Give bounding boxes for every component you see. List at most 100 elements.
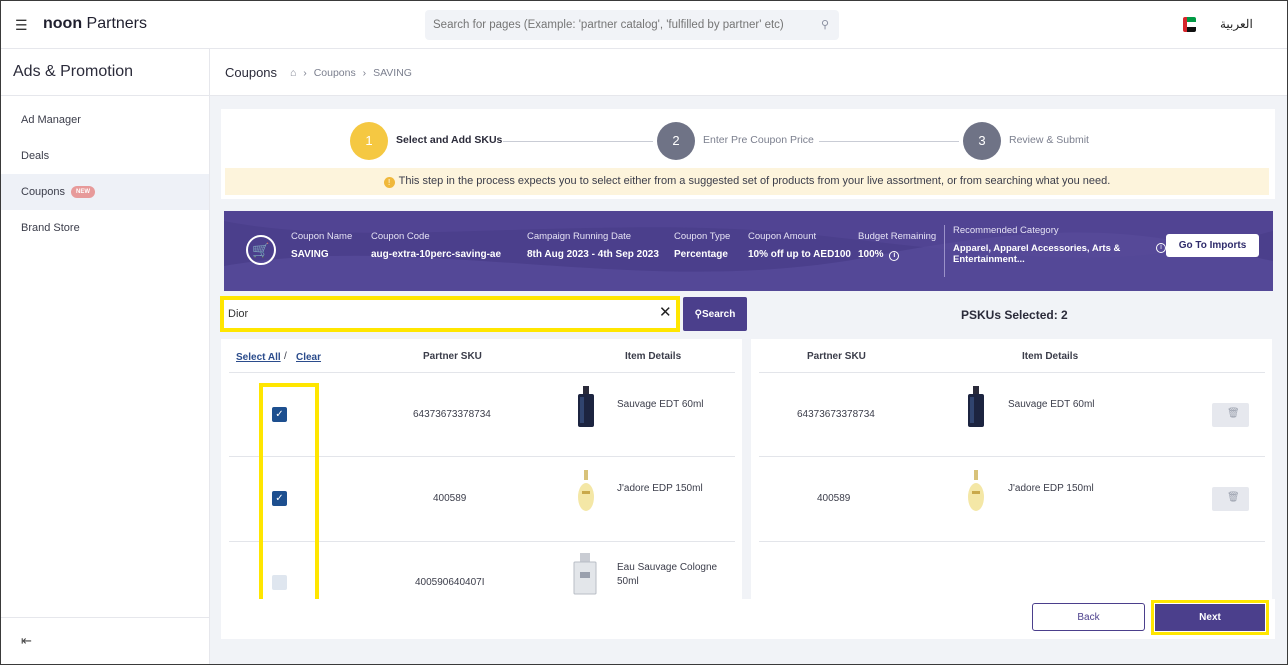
- next-button[interactable]: Next: [1155, 604, 1265, 631]
- sidebar-divider: [1, 95, 209, 96]
- product-image: [573, 553, 597, 595]
- sku-search-field: ✕: [220, 296, 680, 332]
- info-banner: ! This step in the process expects you to…: [225, 168, 1269, 195]
- row-partner-sku: 400590640407I: [415, 577, 485, 588]
- selected-item-name: Sauvage EDT 60ml: [1008, 399, 1095, 410]
- sku-search-input[interactable]: [228, 304, 648, 324]
- step-3-circle: 3: [963, 122, 1001, 160]
- coupon-type-value: Percentage: [674, 249, 728, 260]
- budget-info-icon[interactable]: i: [889, 251, 900, 261]
- page-title: Coupons: [225, 65, 278, 80]
- breadcrumb-separator: ›: [303, 67, 307, 79]
- selected-item-name: J'adore EDP 150ml: [1008, 483, 1094, 494]
- search-button-label: Search: [701, 308, 736, 320]
- main-content: Coupons ⌂ › Coupons › SAVING 1 Select an…: [210, 49, 1287, 664]
- category-info-icon[interactable]: i: [1156, 243, 1166, 253]
- sidebar-item-label: Deals: [21, 150, 50, 162]
- step-3-label: Review & Submit: [1009, 134, 1089, 146]
- breadcrumb-coupons[interactable]: Coupons: [314, 67, 356, 79]
- coupon-type-label: Coupon Type: [674, 231, 731, 242]
- sidebar: Ads & Promotion Ad Manager Deals Coupons…: [1, 49, 210, 664]
- link-separator: /: [284, 351, 287, 362]
- uae-flag-icon: [1183, 17, 1196, 32]
- language-toggle[interactable]: العربية: [1220, 17, 1253, 31]
- info-text: This step in the process expects you to …: [398, 175, 1111, 187]
- search-results-table: Select All / Clear Partner SKU Item Deta…: [221, 339, 742, 599]
- coupon-code-label: Coupon Code: [371, 231, 430, 242]
- back-button[interactable]: Back: [1032, 603, 1145, 631]
- app-frame: ☰ noon Partners ⚲ العربية Ads & Promotio…: [0, 0, 1288, 665]
- page-header: Coupons ⌂ › Coupons › SAVING: [210, 49, 1287, 96]
- coupon-amount-value: 10% off up to AED100: [748, 249, 851, 260]
- column-header-item-details: Item Details: [1022, 351, 1079, 362]
- search-button[interactable]: ⚲Search: [683, 297, 747, 331]
- step-2-label: Enter Pre Coupon Price: [703, 134, 814, 146]
- budget-remaining-value: 100% i: [858, 249, 900, 261]
- selected-skus-table: Partner SKU Item Details 64373673378734 …: [751, 339, 1272, 599]
- sidebar-item-coupons[interactable]: Coupons NEW: [1, 174, 209, 210]
- product-image: [578, 470, 594, 511]
- row-divider: [229, 372, 735, 373]
- coupon-icon: 🛒: [246, 235, 276, 265]
- breadcrumb-separator: ›: [362, 67, 367, 79]
- step-1-circle: 1: [350, 122, 388, 160]
- product-image: [578, 386, 594, 427]
- new-badge: NEW: [71, 186, 96, 199]
- budget-remaining-label: Budget Remaining: [858, 231, 937, 242]
- sidebar-item-ad-manager[interactable]: Ad Manager: [1, 102, 209, 138]
- product-image: [968, 386, 984, 427]
- pskus-selected-count: PSKUs Selected: 2: [961, 308, 1068, 322]
- select-all-link[interactable]: Select All: [236, 352, 281, 363]
- recommended-category-value: Apparel, Apparel Accessories, Arts & Ent…: [953, 243, 1121, 265]
- go-to-imports-button[interactable]: Go To Imports: [1166, 234, 1259, 257]
- row-divider: [759, 456, 1265, 457]
- trash-icon: 🗑: [1227, 408, 1240, 419]
- home-icon[interactable]: ⌂: [290, 67, 296, 79]
- coupon-amount-label: Coupon Amount: [748, 231, 817, 242]
- collapse-sidebar-icon[interactable]: ⇤: [21, 633, 32, 649]
- row-item-name: J'adore EDP 150ml: [617, 483, 703, 494]
- step-connector: [503, 141, 653, 142]
- sidebar-item-deals[interactable]: Deals: [1, 138, 209, 174]
- coupon-name-value: SAVING: [291, 249, 329, 260]
- brand-logo[interactable]: noon Partners: [43, 15, 147, 33]
- selected-partner-sku: 400589: [817, 493, 851, 504]
- row-partner-sku: 400589: [433, 493, 467, 504]
- column-header-partner-sku: Partner SKU: [423, 351, 482, 362]
- row-item-name: Sauvage EDT 60ml: [617, 399, 704, 410]
- hamburger-menu-icon[interactable]: ☰: [15, 17, 28, 34]
- brand-rest: Partners: [82, 15, 148, 32]
- breadcrumb: ⌂ › Coupons › SAVING: [290, 67, 416, 79]
- top-bar: ☰ noon Partners ⚲ العربية: [1, 1, 1287, 49]
- global-search: ⚲: [425, 10, 839, 40]
- remove-sku-button[interactable]: 🗑: [1212, 487, 1249, 511]
- coupon-name-label: Coupon Name: [291, 231, 353, 242]
- next-highlight: Next: [1151, 600, 1269, 635]
- selected-partner-sku: 64373673378734: [797, 409, 875, 420]
- step-connector: [819, 141, 959, 142]
- campaign-date-value: 8th Aug 2023 - 4th Sep 2023: [527, 249, 659, 260]
- sidebar-title: Ads & Promotion: [13, 63, 134, 80]
- footer-actions: Back Next: [221, 599, 1275, 639]
- global-search-input[interactable]: [425, 10, 805, 40]
- brand-bold: noon: [43, 15, 83, 32]
- recommended-category-label: Recommended Category: [953, 225, 1059, 236]
- row-divider: [759, 372, 1265, 373]
- strip-divider: [944, 225, 945, 277]
- row-partner-sku: 64373673378734: [413, 409, 491, 420]
- sidebar-item-label: Ad Manager: [21, 114, 81, 126]
- sidebar-item-label: Brand Store: [21, 222, 80, 234]
- search-icon[interactable]: ⚲: [821, 18, 829, 31]
- breadcrumb-current: SAVING: [373, 67, 412, 79]
- coupon-summary-strip: 🛒 Coupon Name SAVING Coupon Code aug-ext…: [224, 211, 1273, 291]
- remove-sku-button[interactable]: 🗑: [1212, 403, 1249, 427]
- row-divider: [759, 541, 1265, 542]
- campaign-date-label: Campaign Running Date: [527, 231, 632, 242]
- budget-value-text: 100%: [858, 249, 884, 260]
- clear-selection-link[interactable]: Clear: [296, 352, 321, 363]
- clear-search-icon[interactable]: ✕: [659, 303, 672, 321]
- checkbox-highlight: [259, 383, 319, 599]
- sidebar-item-brand-store[interactable]: Brand Store: [1, 210, 209, 246]
- step-1-label: Select and Add SKUs: [396, 134, 503, 146]
- stepper: 1 Select and Add SKUs 2 Enter Pre Coupon…: [221, 109, 1275, 199]
